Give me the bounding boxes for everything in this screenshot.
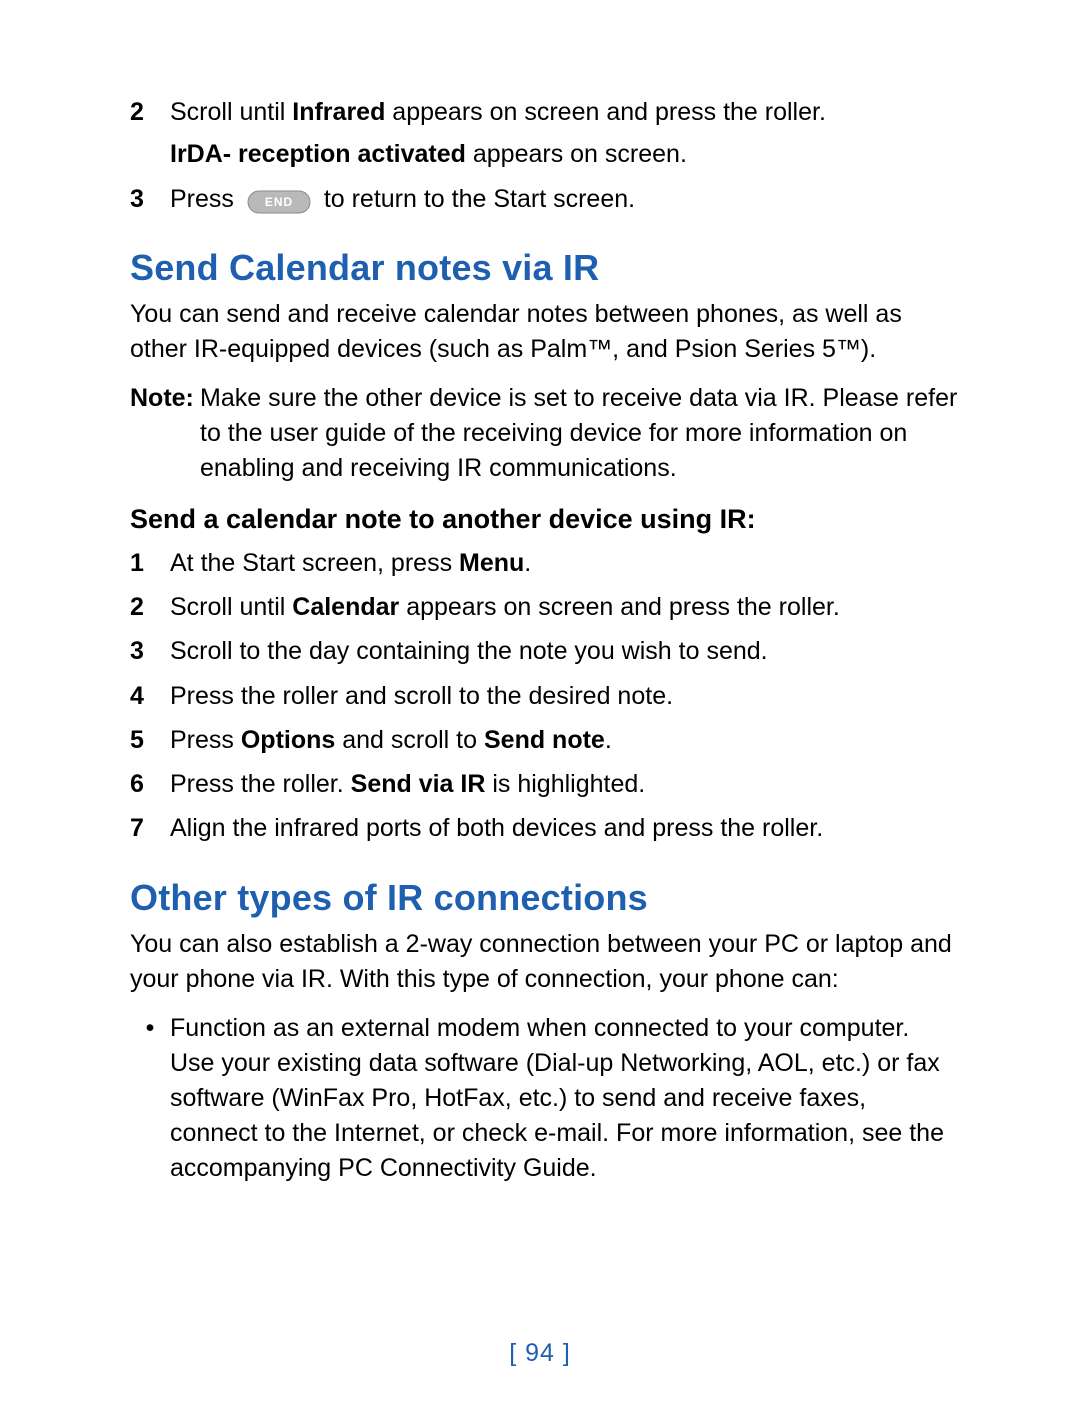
list-item: 6 Press the roller. Send via IR is highl… <box>130 766 960 802</box>
paragraph: You can also establish a 2-way connectio… <box>130 927 960 997</box>
text-fragment: At the Start screen, press <box>170 549 459 577</box>
step-text: Press the roller. Send via IR is highlig… <box>170 766 960 802</box>
step-text: Align the infrared ports of both devices… <box>170 810 960 846</box>
svg-text:END: END <box>265 195 293 209</box>
text-fragment: appears on screen and press the roller. <box>399 593 840 621</box>
text-fragment: Press the roller. <box>170 770 351 798</box>
text-fragment: . <box>524 549 531 577</box>
text-fragment: appears on screen. <box>466 140 687 168</box>
list-item: 2 Scroll until Calendar appears on scree… <box>130 589 960 625</box>
list-item: 3 Scroll to the day containing the note … <box>130 633 960 669</box>
section-heading: Send Calendar notes via IR <box>130 247 960 289</box>
step-number: 1 <box>130 545 170 581</box>
bullet-text: Function as an external modem when conne… <box>170 1011 960 1186</box>
step-number: 7 <box>130 810 170 846</box>
end-key-icon: END <box>247 189 311 215</box>
text-fragment: Align the infrared ports of both devices… <box>170 814 823 842</box>
step-number: 6 <box>130 766 170 802</box>
subsection-heading: Send a calendar note to another device u… <box>130 504 960 535</box>
list-item: 1 At the Start screen, press Menu. <box>130 545 960 581</box>
list-item: 4 Press the roller and scroll to the des… <box>130 678 960 714</box>
step-number: 3 <box>130 633 170 669</box>
document-page: 2 Scroll until Infrared appears on scree… <box>0 0 1080 1412</box>
step-number: 2 <box>130 94 170 130</box>
text-fragment: Scroll until <box>170 98 292 126</box>
text-fragment: Scroll to the day containing the note yo… <box>170 637 768 665</box>
step-text: Press END to return to the Start screen. <box>170 181 960 217</box>
text-fragment: Press <box>170 185 241 213</box>
note-block: Note: Make sure the other device is set … <box>130 381 960 486</box>
text-fragment: Press the roller and scroll to the desir… <box>170 682 673 710</box>
step-text: Press Options and scroll to Send note. <box>170 722 960 758</box>
bold-term: Send via IR <box>351 770 486 798</box>
note-label: Note: <box>130 381 200 416</box>
step-text: Scroll until Infrared appears on screen … <box>170 94 960 173</box>
list-item: 3 Press END to return to the Start scree… <box>130 181 960 217</box>
text-fragment: Press <box>170 726 241 754</box>
step-number: 4 <box>130 678 170 714</box>
bold-term: Menu <box>459 549 524 577</box>
step-number: 5 <box>130 722 170 758</box>
note-body: Make sure the other device is set to rec… <box>200 381 960 486</box>
text-fragment: is highlighted. <box>485 770 645 798</box>
step-text: At the Start screen, press Menu. <box>170 545 960 581</box>
section-heading: Other types of IR connections <box>130 877 960 919</box>
bold-term: Options <box>241 726 335 754</box>
list-item: 2 Scroll until Infrared appears on scree… <box>130 94 960 173</box>
step-text: Press the roller and scroll to the desir… <box>170 678 960 714</box>
bold-term: Calendar <box>292 593 399 621</box>
list-item: 5 Press Options and scroll to Send note. <box>130 722 960 758</box>
text-fragment: Scroll until <box>170 593 292 621</box>
text-fragment: . <box>605 726 612 754</box>
text-fragment: to return to the Start screen. <box>324 185 635 213</box>
bold-term: Send note <box>484 726 605 754</box>
bold-term: Infrared <box>292 98 385 126</box>
list-item: 7 Align the infrared ports of both devic… <box>130 810 960 846</box>
page-number: [ 94 ] <box>0 1339 1080 1368</box>
step-number: 3 <box>130 181 170 217</box>
text-fragment: appears on screen and press the roller. <box>385 98 826 126</box>
bold-term: IrDA- reception activated <box>170 140 466 168</box>
step-text: Scroll to the day containing the note yo… <box>170 633 960 669</box>
step-text: Scroll until Calendar appears on screen … <box>170 589 960 625</box>
list-item: • Function as an external modem when con… <box>130 1011 960 1186</box>
text-fragment: and scroll to <box>335 726 484 754</box>
bullet-icon: • <box>130 1011 170 1046</box>
step-number: 2 <box>130 589 170 625</box>
paragraph: You can send and receive calendar notes … <box>130 297 960 367</box>
